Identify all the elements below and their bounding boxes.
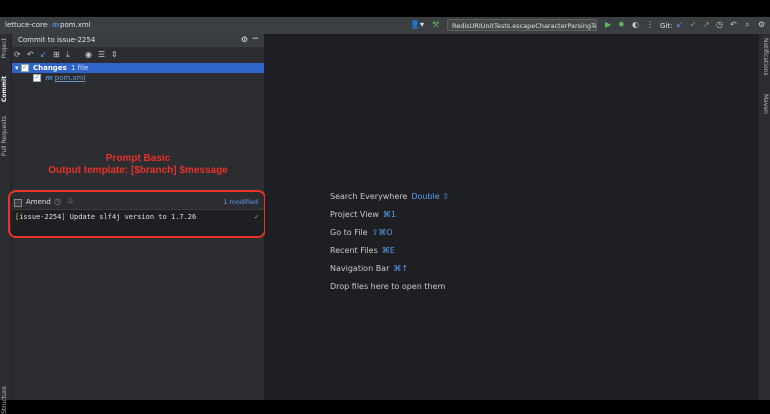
commit-panel-header: Commit to issue-2254 ⚙ −: [12, 34, 264, 47]
tab-pull-requests[interactable]: Pull Requests: [1, 116, 8, 156]
settings-icon[interactable]: ⚙: [758, 20, 765, 30]
git-push-icon[interactable]: ↗: [703, 20, 710, 30]
hint-label: Go to File: [330, 228, 368, 237]
git-update-icon[interactable]: ↙: [676, 20, 683, 30]
update-icon[interactable]: ↙: [40, 50, 47, 59]
gear-icon[interactable]: ⚙: [241, 35, 248, 44]
run-configuration-select[interactable]: RedisURIUnitTests.escapeCharacterParsing…: [447, 19, 597, 31]
annotation-title: Prompt Basic: [105, 153, 171, 164]
breadcrumb-separator: ›: [46, 21, 49, 29]
commit-toolbar: ⟳ ↶ ↙ ⊞ ⤓ ◉ ☰ ⇕: [12, 49, 264, 63]
hint-key: ⌘1: [382, 210, 396, 219]
maven-file-icon: m: [45, 74, 53, 82]
group-by-icon[interactable]: ☰: [98, 50, 105, 59]
annotation-subtitle: Output template: [$branch] $message: [48, 165, 228, 176]
run-config-label: RedisURIUnitTests.escapeCharacterParsing…: [452, 22, 597, 30]
debug-icon[interactable]: ✹: [618, 20, 625, 30]
changes-label: Changes: [32, 64, 67, 72]
more-run-icon[interactable]: ⋮: [646, 20, 654, 30]
shelve-icon[interactable]: ⤓: [66, 50, 70, 60]
tab-commit[interactable]: Commit: [1, 76, 8, 102]
breadcrumb-file[interactable]: pom.xml: [60, 21, 91, 29]
hint-project-view: Project View ⌘1: [330, 210, 396, 219]
highlight-oval: [8, 190, 266, 238]
changes-node[interactable]: ▾ ✓ Changes 1 file: [12, 63, 264, 73]
hint-navigation-bar: Navigation Bar ⌘↑: [330, 264, 408, 273]
editor-area: Search Everywhere Double ⇧ Project View ⌘1…: [265, 34, 759, 400]
file-name[interactable]: pom.xml: [55, 74, 86, 82]
tab-notifications[interactable]: Notifications: [762, 38, 769, 76]
hint-label: Project View: [330, 210, 379, 219]
expand-all-icon[interactable]: ⇕: [111, 50, 118, 59]
view-options-icon[interactable]: ◉: [85, 50, 92, 59]
refresh-icon[interactable]: ⟳: [14, 50, 21, 59]
right-tool-strip: Notifications Maven: [758, 34, 770, 400]
hint-label: Navigation Bar: [330, 264, 390, 273]
chevron-down-icon[interactable]: ▾: [15, 64, 19, 72]
build-hammer-icon[interactable]: ⚒: [432, 20, 439, 30]
search-icon[interactable]: ⌕: [745, 20, 749, 30]
hint-key: Double ⇧: [411, 192, 449, 201]
hint-go-to-file: Go to File ⇧⌘O: [330, 228, 393, 237]
file-row[interactable]: ✓ m pom.xml: [12, 73, 264, 83]
hint-label: Drop files here to open them: [330, 282, 446, 291]
rollback-icon[interactable]: ↶: [27, 50, 34, 59]
commit-panel-title: Commit to issue-2254: [18, 36, 96, 44]
git-commit-icon[interactable]: ✓: [690, 20, 697, 30]
git-history-icon[interactable]: ◷: [716, 20, 723, 30]
hint-key: ⌘↑: [393, 264, 409, 273]
coverage-icon[interactable]: ◐: [632, 20, 639, 30]
hint-key: ⇧⌘O: [371, 228, 393, 237]
git-rollback-icon[interactable]: ↶: [730, 20, 737, 30]
hint-key: ⌘E: [381, 246, 395, 255]
top-toolbar: lettuce-core › m pom.xml 👤▾ ⚒ RedisURIUn…: [0, 17, 770, 35]
changes-count: 1 file: [70, 64, 89, 72]
git-label: Git:: [660, 22, 673, 30]
file-checkbox[interactable]: ✓: [33, 74, 41, 82]
hint-label: Search Everywhere: [330, 192, 408, 201]
breadcrumb-project[interactable]: lettuce-core: [5, 21, 47, 29]
maven-file-icon: m: [52, 21, 60, 29]
hint-search-everywhere: Search Everywhere Double ⇧: [330, 192, 449, 201]
user-icon[interactable]: 👤▾: [410, 20, 424, 30]
tab-project[interactable]: Project: [1, 38, 8, 59]
minimize-icon[interactable]: −: [251, 34, 259, 44]
tab-maven[interactable]: Maven: [762, 94, 769, 114]
diff-icon[interactable]: ⊞: [53, 50, 60, 59]
hint-recent-files: Recent Files ⌘E: [330, 246, 395, 255]
hint-label: Recent Files: [330, 246, 378, 255]
hint-drop-files: Drop files here to open them: [330, 282, 445, 291]
changes-checkbox[interactable]: ✓: [20, 64, 29, 72]
run-icon[interactable]: ▶: [605, 20, 611, 30]
